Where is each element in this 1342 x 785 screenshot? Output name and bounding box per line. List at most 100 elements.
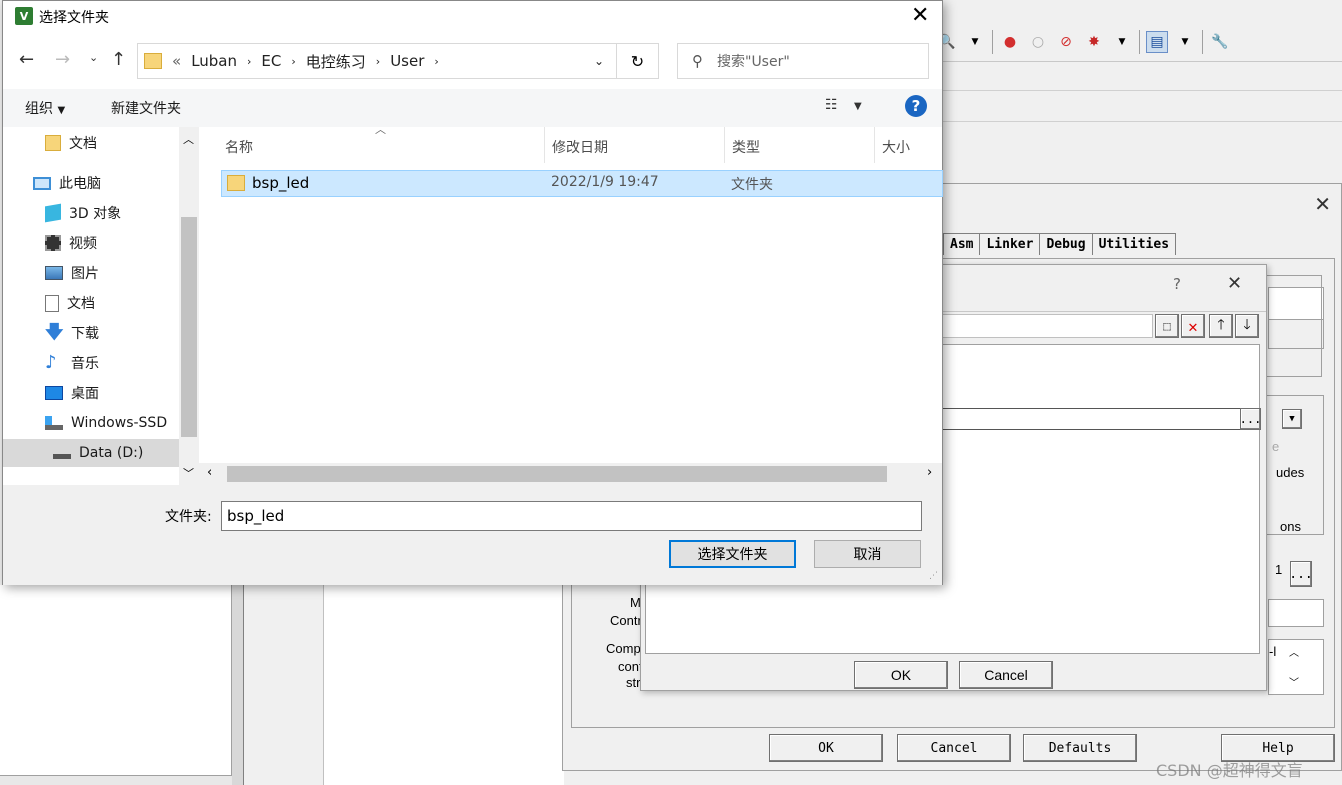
nav-item-3d-objects[interactable]: 3D 对象 bbox=[45, 199, 121, 227]
nav-item-label: 视频 bbox=[69, 236, 97, 252]
nav-item-label: 音乐 bbox=[71, 356, 99, 372]
up-arrow-icon[interactable]: ↑ bbox=[111, 49, 126, 70]
nav-item-documents-pinned[interactable]: 文档 bbox=[45, 129, 97, 157]
cube-icon bbox=[45, 203, 61, 223]
column-separator[interactable] bbox=[874, 127, 875, 163]
nav-item-this-pc[interactable]: 此电脑 bbox=[33, 169, 101, 197]
chevron-right-icon[interactable]: › bbox=[291, 55, 295, 68]
ide-editor-area bbox=[324, 585, 564, 785]
nav-item-windows-ssd[interactable]: Windows-SSD bbox=[45, 409, 167, 437]
tab-utilities[interactable]: Utilities bbox=[1091, 233, 1177, 255]
ide-splitter[interactable] bbox=[232, 585, 244, 785]
nav-item-pictures[interactable]: 图片 bbox=[45, 259, 99, 287]
scroll-right-icon[interactable]: › bbox=[927, 465, 932, 480]
nav-item-videos[interactable]: 视频 bbox=[45, 229, 97, 257]
new-folder-icon[interactable]: ⬚ bbox=[1155, 314, 1179, 338]
breadcrumb-item[interactable]: 电控练习 bbox=[306, 51, 366, 72]
recent-chevron-icon[interactable]: ⌄ bbox=[89, 51, 98, 64]
chevron-right-icon[interactable]: › bbox=[247, 55, 251, 68]
chevron-right-icon[interactable]: › bbox=[376, 55, 380, 68]
tab-asm[interactable]: Asm bbox=[943, 233, 981, 255]
back-arrow-icon[interactable]: ← bbox=[19, 49, 34, 70]
wrench-icon[interactable]: 🔧 bbox=[1209, 31, 1231, 53]
chevron-right-icon[interactable]: › bbox=[434, 55, 438, 68]
nav-item-music[interactable]: ♪ 音乐 bbox=[45, 349, 99, 377]
move-up-icon[interactable]: 🡑 bbox=[1209, 314, 1233, 338]
search-box[interactable]: ⚲ 搜索"User" bbox=[677, 43, 929, 79]
dropdown-arrow-icon[interactable]: ▼ bbox=[1282, 409, 1302, 429]
help-icon[interactable]: ? bbox=[905, 95, 927, 117]
scroll-left-icon[interactable]: ‹ bbox=[207, 465, 212, 480]
close-icon[interactable]: ✕ bbox=[911, 3, 929, 28]
breakpoint-icon[interactable]: ● bbox=[999, 31, 1021, 53]
organize-menu[interactable]: 组织 ▼ bbox=[25, 98, 65, 118]
nav-item-data-d[interactable]: Data (D:) bbox=[3, 439, 179, 467]
select-folder-button[interactable]: 选择文件夹 bbox=[669, 540, 796, 568]
cancel-button[interactable]: Cancel bbox=[897, 734, 1011, 762]
breakpoint-toggle-icon[interactable]: ⊘ bbox=[1055, 31, 1077, 53]
nav-scrollbar[interactable]: ︿ ﹀ bbox=[179, 127, 199, 485]
column-header-name[interactable]: 名称 bbox=[225, 137, 253, 157]
dropdown-arrow-icon[interactable]: ▼ bbox=[1111, 31, 1133, 53]
options-field[interactable] bbox=[1268, 599, 1324, 627]
toolbar-separator bbox=[1139, 29, 1140, 54]
scroll-up-icon[interactable]: ︿ bbox=[1289, 644, 1299, 659]
chevron-down-icon[interactable]: ⌄ bbox=[594, 54, 604, 68]
dropdown-arrow-icon: ▼ bbox=[57, 105, 66, 116]
hscroll-thumb[interactable] bbox=[227, 466, 887, 482]
tab-linker[interactable]: Linker bbox=[979, 233, 1041, 255]
include-ok-button[interactable]: OK bbox=[854, 661, 948, 689]
breadcrumb-item[interactable]: User bbox=[390, 52, 424, 70]
close-icon[interactable]: ✕ bbox=[1227, 273, 1242, 294]
window-layout-icon[interactable]: ▤ bbox=[1146, 30, 1168, 53]
cancel-button[interactable]: 取消 bbox=[814, 540, 921, 568]
ok-button[interactable]: OK bbox=[769, 734, 883, 762]
view-options-icon[interactable]: ☷ ▼ bbox=[825, 97, 862, 113]
breakpoint-disabled-icon[interactable]: ○ bbox=[1027, 31, 1049, 53]
nav-item-label: 桌面 bbox=[71, 386, 99, 402]
defaults-button[interactable]: Defaults bbox=[1023, 734, 1137, 762]
desktop-icon bbox=[45, 386, 63, 400]
breadcrumb-item[interactable]: Luban bbox=[191, 52, 237, 70]
dropdown-arrow-icon[interactable]: ▼ bbox=[964, 31, 986, 53]
nav-item-desktop[interactable]: 桌面 bbox=[45, 379, 99, 407]
column-header-type[interactable]: 类型 bbox=[732, 137, 760, 157]
table-row[interactable]: bsp_led 2022/1/9 19:47 文件夹 bbox=[221, 170, 943, 197]
browse-button[interactable]: ... bbox=[1289, 561, 1313, 587]
title-bar[interactable]: V 选择文件夹 ✕ bbox=[3, 1, 942, 31]
navigation-pane: 文档 此电脑 3D 对象 视频 图片 文档 🡇 下载 ♪ 音乐 桌面 Windo… bbox=[3, 127, 199, 485]
column-separator[interactable] bbox=[724, 127, 725, 163]
nav-item-label: 图片 bbox=[71, 266, 99, 282]
scroll-up-icon[interactable]: ︿ bbox=[183, 131, 194, 147]
tab-debug[interactable]: Debug bbox=[1039, 233, 1093, 255]
delete-icon[interactable]: ✕ bbox=[1181, 314, 1205, 338]
column-header-modified[interactable]: 修改日期 bbox=[552, 137, 608, 157]
ide-scrollbar[interactable] bbox=[0, 775, 232, 785]
scroll-down-icon[interactable]: ﹀ bbox=[183, 465, 194, 481]
browse-button[interactable]: ... bbox=[1240, 408, 1261, 430]
dropdown-arrow-icon[interactable]: ▼ bbox=[1174, 31, 1196, 53]
options-textarea[interactable]: -l ︿ ﹀ bbox=[1268, 639, 1324, 695]
file-list-hscrollbar[interactable]: ‹ › bbox=[199, 463, 942, 485]
folder-input[interactable]: bsp_led bbox=[221, 501, 922, 531]
nav-item-documents[interactable]: 文档 bbox=[45, 289, 95, 317]
close-icon[interactable]: ✕ bbox=[1314, 192, 1331, 216]
forward-arrow-icon[interactable]: → bbox=[55, 49, 70, 70]
new-folder-button[interactable]: 新建文件夹 bbox=[111, 98, 181, 118]
scroll-down-icon[interactable]: ﹀ bbox=[1289, 674, 1299, 689]
breakpoint-kill-icon[interactable]: ✸ bbox=[1083, 31, 1105, 53]
options-text-fragment: e bbox=[1272, 439, 1280, 454]
help-icon[interactable]: ? bbox=[1173, 275, 1181, 293]
breadcrumb-overflow[interactable]: « bbox=[172, 52, 181, 70]
move-down-icon[interactable]: 🡓 bbox=[1235, 314, 1259, 338]
column-header-size[interactable]: 大小 bbox=[882, 137, 910, 157]
nav-scroll-thumb[interactable] bbox=[181, 217, 197, 437]
resize-grip-icon[interactable]: ⋰ bbox=[929, 571, 938, 581]
nav-item-downloads[interactable]: 🡇 下载 bbox=[45, 319, 99, 347]
options-text-fragment: -l bbox=[1269, 644, 1277, 659]
breadcrumb-item[interactable]: EC bbox=[261, 52, 281, 70]
column-separator[interactable] bbox=[544, 127, 545, 163]
refresh-icon[interactable]: ↻ bbox=[617, 43, 659, 79]
address-bar[interactable]: « Luban › EC › 电控练习 › User › ⌄ bbox=[137, 43, 617, 79]
include-cancel-button[interactable]: Cancel bbox=[959, 661, 1053, 689]
